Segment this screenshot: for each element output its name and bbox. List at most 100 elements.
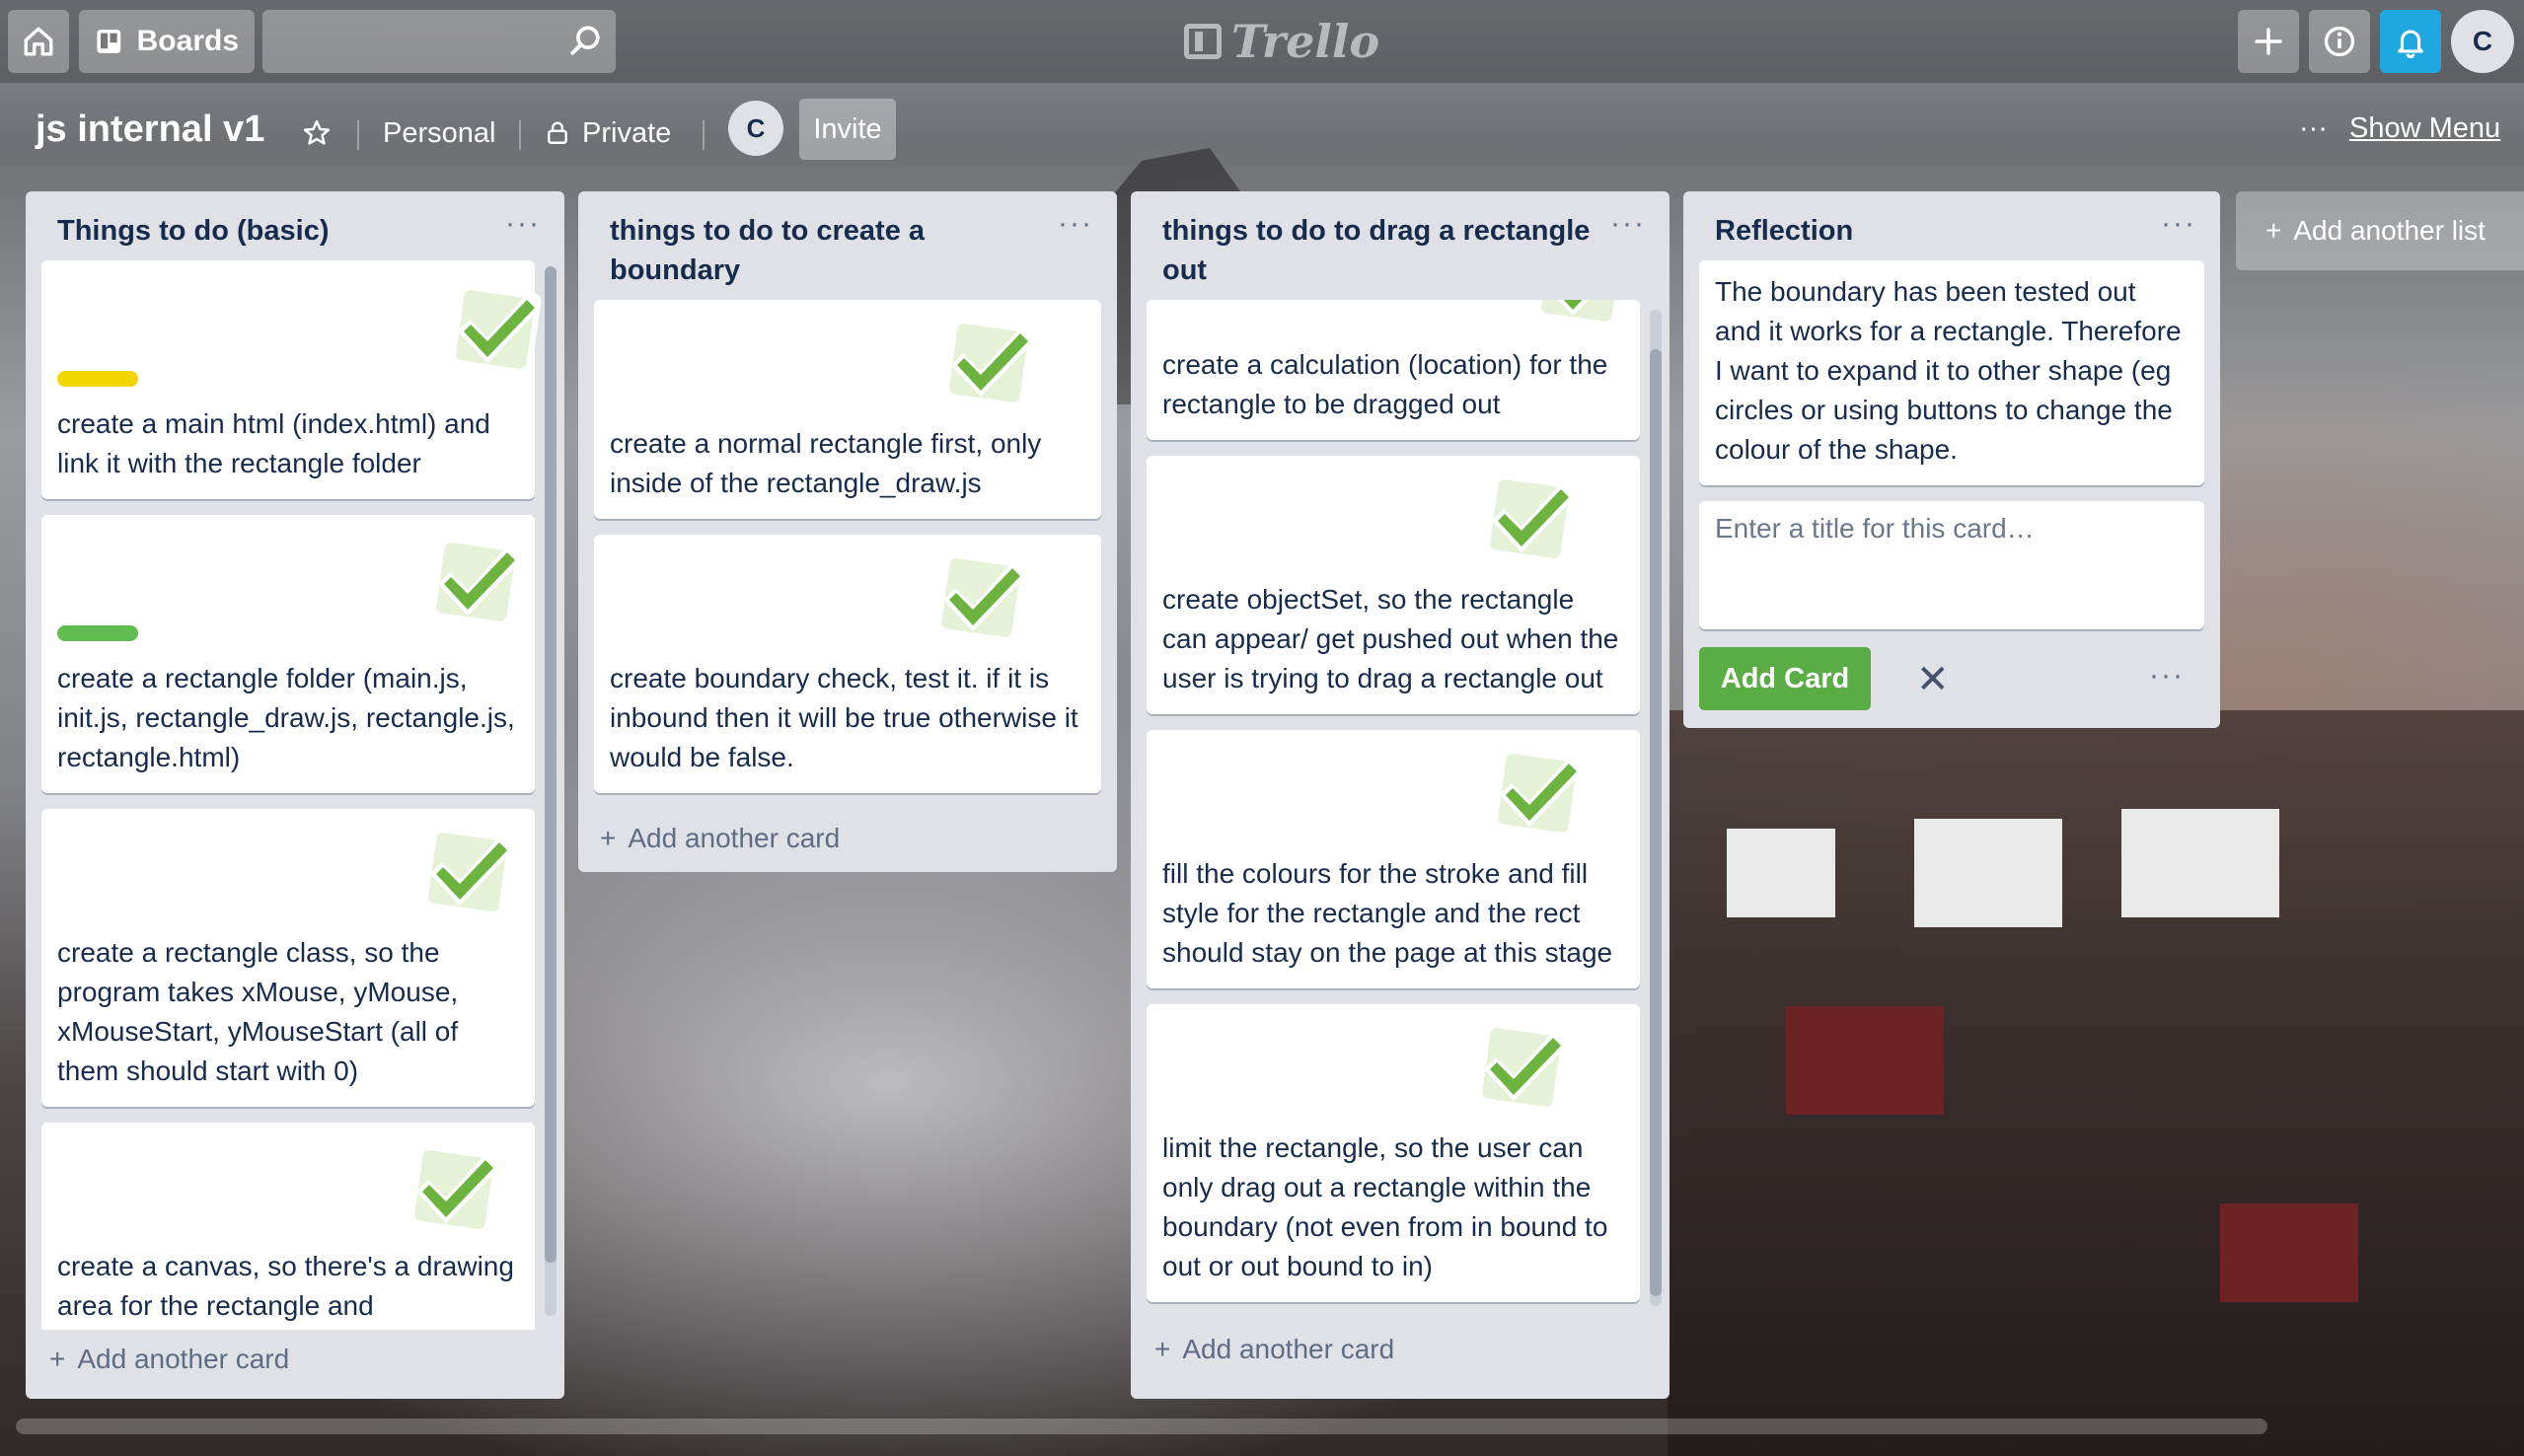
create-button[interactable] [2238,10,2299,73]
card[interactable]: create objectSet, so the rectangle can a… [1147,456,1640,714]
more-icon: ··· [2299,112,2328,144]
info-button[interactable] [2309,10,2370,73]
header-divider [519,120,521,150]
list: Reflection ··· The boundary has been tes… [1683,191,2220,728]
background-house [2121,809,2279,917]
plus-icon [2255,28,2282,55]
checkmark-sticker-icon [922,545,1038,651]
card-list: create a main html (index.html) and link… [26,260,564,1330]
board-horizontal-scrollbar[interactable] [16,1419,2267,1434]
card-title: create a main html (index.html) and link… [57,408,490,478]
search-icon[interactable] [568,24,602,57]
list-title[interactable]: things to do to drag a rectangle out [1131,191,1670,300]
list-menu-button[interactable]: ··· [505,207,541,241]
list-scrollbar-thumb[interactable] [545,266,557,1263]
checkmark-sticker-icon [1470,466,1587,572]
trello-logo-icon [1184,24,1222,59]
search-input[interactable] [262,10,616,73]
card[interactable]: create a canvas, so there's a drawing ar… [41,1123,535,1330]
plus-icon: + [2265,215,2282,246]
add-card-label: Add another card [77,1344,290,1374]
card[interactable]: limit the rectangle, so the user can onl… [1147,1004,1640,1302]
add-card-button[interactable]: + Add another card [26,1330,564,1393]
card-title: create a normal rectangle first, only in… [610,428,1042,498]
card-cover [594,535,1101,653]
list-menu-button[interactable]: ··· [1610,207,1646,241]
list-menu-button[interactable]: ··· [1058,207,1093,241]
card[interactable]: fill the colours for the stroke and fill… [1147,730,1640,988]
card-title: create a rectangle folder (main.js, init… [57,663,515,772]
card-composer-actions: Add Card ✕ ··· [1699,629,2204,728]
checkmark-sticker-icon [408,819,525,925]
card-cover [1147,456,1640,574]
trello-logo[interactable]: Trello [1184,14,1379,69]
logo-text: Trello [1231,15,1380,68]
card[interactable]: create a main html (index.html) and link… [41,260,535,499]
new-card-title-input[interactable] [1699,501,2204,629]
star-button[interactable] [302,107,341,160]
list: things to do to create a boundary ··· cr… [578,191,1117,872]
background-town [1668,710,2524,1456]
checkmark-sticker-icon [436,276,553,383]
add-card-button[interactable]: + Add another card [578,809,1117,872]
card[interactable]: create a rectangle folder (main.js, init… [41,515,535,793]
checkmark-sticker-icon [395,1136,511,1243]
user-avatar[interactable]: C [2451,10,2514,73]
team-button[interactable]: Personal [383,107,495,160]
checkmark-sticker-icon [1462,1014,1579,1121]
background-house [1727,829,1835,917]
team-label: Personal [383,116,496,149]
card[interactable]: create a calculation (location) for the … [1147,300,1640,440]
boards-button[interactable]: Boards [79,10,255,73]
list-title[interactable]: Things to do (basic) [26,191,564,260]
card-cover [41,260,535,399]
invite-button[interactable]: Invite [799,99,896,160]
close-icon[interactable]: ✕ [1916,657,1950,702]
list-menu-button[interactable]: ··· [2161,207,2196,241]
card-title: limit the rectangle, so the user can onl… [1162,1132,1608,1281]
list-scrollbar[interactable] [545,266,557,1316]
home-button[interactable] [8,10,69,73]
card-cover [41,515,535,653]
checkmark-sticker-icon [1478,740,1595,846]
card[interactable]: create a rectangle class, so the program… [41,809,535,1107]
card[interactable]: The boundary has been tested out and it … [1699,260,2204,485]
card-title: The boundary has been tested out and it … [1715,276,2182,465]
list-title[interactable]: Reflection [1683,191,2220,260]
show-menu-button[interactable]: ··· Show Menu [2299,112,2500,145]
list-scrollbar-thumb[interactable] [1650,349,1662,1296]
card-title: create boundary check, test it. if it is… [610,663,1078,772]
add-card-submit-button[interactable]: Add Card [1699,647,1871,710]
plus-icon: + [1154,1334,1171,1364]
add-card-label: Add another card [628,823,841,853]
card-cover [1147,1004,1640,1123]
board-header: js internal v1 Personal Private C Invite… [0,83,2524,176]
card-list: create a calculation (location) for the … [1131,300,1670,1322]
card[interactable]: create a normal rectangle first, only in… [594,300,1101,519]
list-title[interactable]: things to do to create a boundary [578,191,1117,300]
notifications-button[interactable] [2380,10,2441,73]
boards-label: Boards [136,25,239,57]
plus-icon: + [49,1344,66,1374]
card-options-button[interactable]: ··· [2149,659,2185,692]
card-cover [594,300,1101,418]
list-scrollbar[interactable] [1650,310,1662,1306]
board-title[interactable]: js internal v1 [36,109,264,151]
checkmark-sticker-icon [416,529,533,635]
card-title: create a calculation (location) for the … [1162,349,1608,419]
list: things to do to drag a rectangle out ···… [1131,191,1670,1399]
bell-icon [2398,30,2423,58]
background-house [2220,1203,2358,1302]
checkmark-sticker-icon [1522,300,1638,335]
checkmark-sticker-icon [929,310,1046,416]
add-list-button[interactable]: + Add another list [2236,191,2524,270]
card-cover [1147,730,1640,848]
header-divider [703,120,705,150]
card[interactable]: create boundary check, test it. if it is… [594,535,1101,793]
show-menu-label: Show Menu [2348,112,2501,144]
add-card-button[interactable]: + Add another card [1131,1322,1670,1383]
card-cover [41,1123,535,1241]
add-list-label: Add another list [2293,215,2486,246]
visibility-button[interactable]: Private [545,107,671,160]
member-avatar[interactable]: C [728,101,783,156]
